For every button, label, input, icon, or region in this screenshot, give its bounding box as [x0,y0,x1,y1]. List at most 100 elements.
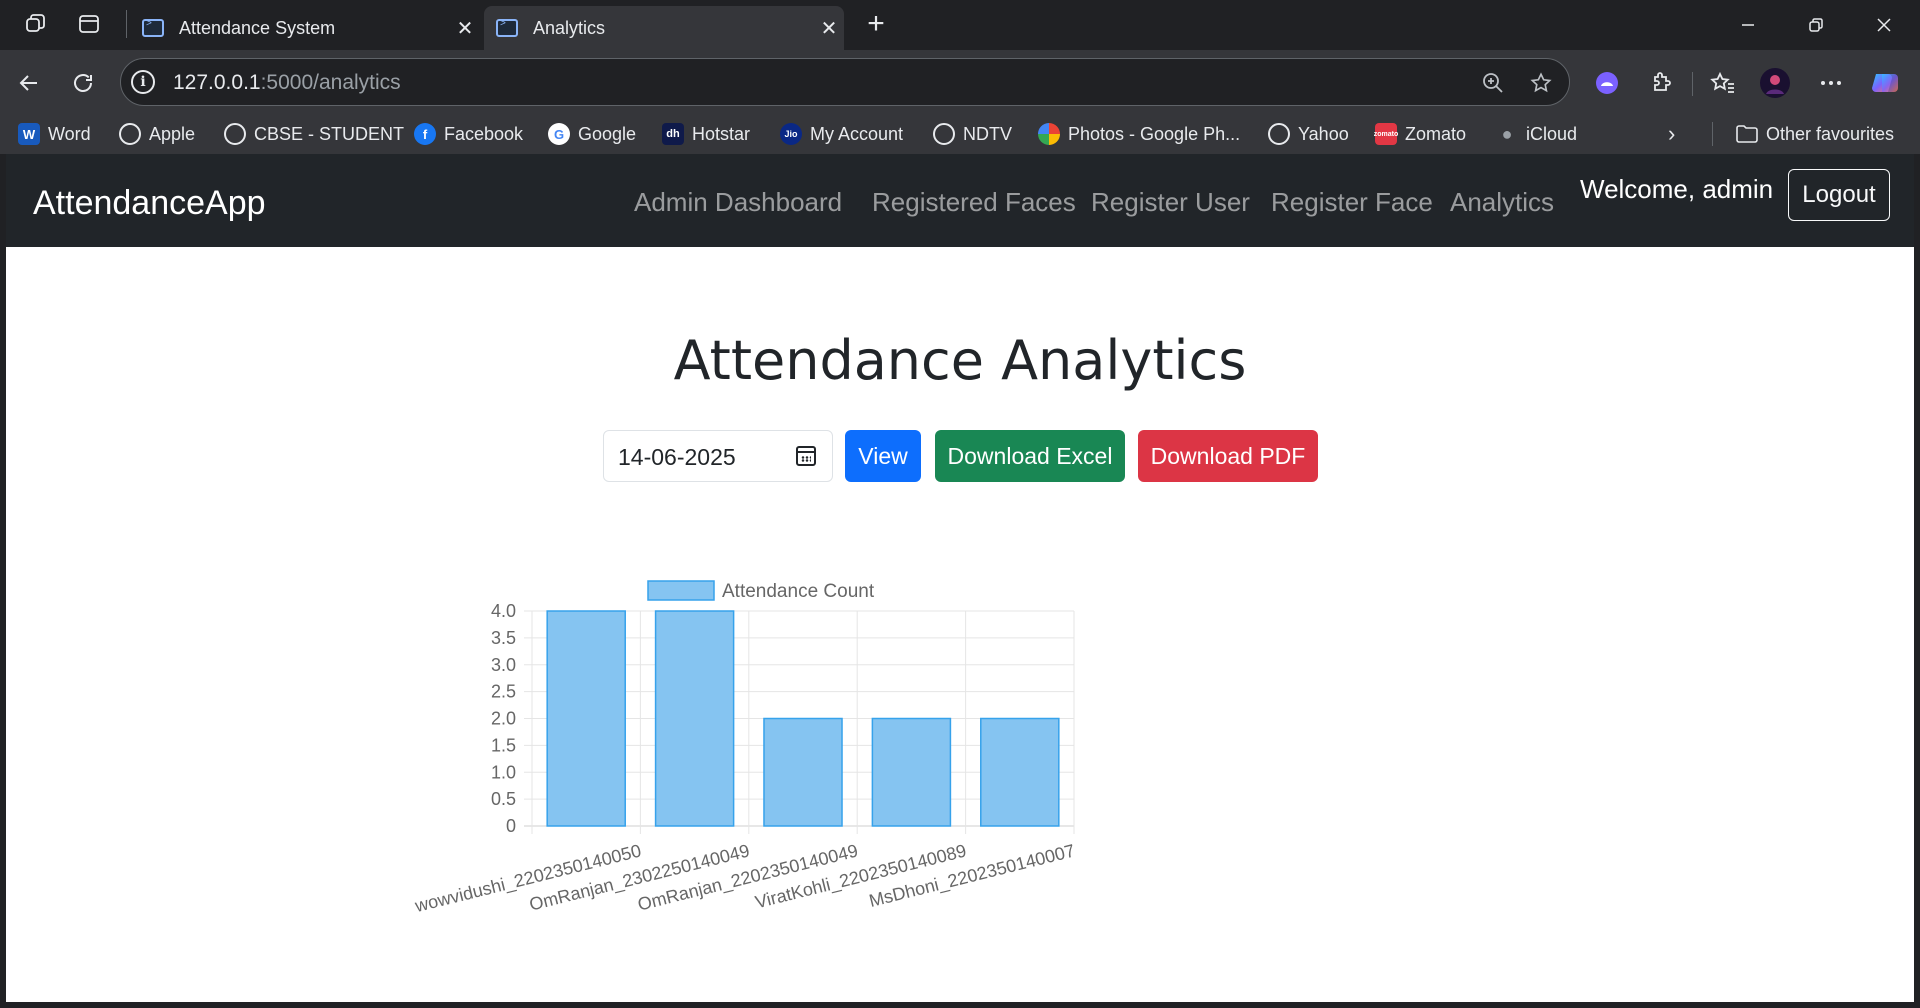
date-value: 14-06-2025 [618,444,736,470]
page-viewport: AttendanceApp Admin Dashboard Registered… [6,154,1914,1002]
url-path: :5000/analytics [260,71,401,94]
bookmark-label: My Account [810,123,904,144]
bookmark-other-favourites[interactable]: Other favourites [1736,120,1894,148]
y-tick-label: 1.5 [491,735,516,755]
browser-toolbar: i 127.0.0.1:5000/analytics [0,50,1920,114]
chart-bar [654,610,735,827]
address-bar[interactable]: i 127.0.0.1:5000/analytics [120,58,1570,106]
bookmark-label: Photos - Google Ph... [1068,123,1241,144]
tab-title: Analytics [533,17,606,38]
calendar-icon[interactable] [796,446,816,466]
globe-icon [119,123,141,145]
page-title: Attendance Analytics [673,329,1247,392]
back-icon[interactable] [12,66,46,100]
extensions-icon[interactable] [1644,66,1678,100]
url-host: 127.0.0.1 [173,71,261,94]
toolbar-separator [1692,72,1693,96]
profile-avatar[interactable] [1758,66,1792,100]
minimize-icon[interactable] [1728,8,1768,42]
bookmark-my-account[interactable]: Jio My Account [780,120,903,148]
bookmark-ndtv[interactable]: NDTV [933,120,1012,148]
bookmark-facebook[interactable]: f Facebook [414,120,523,148]
favorite-star-icon[interactable] [1527,69,1555,97]
logout-button[interactable]: Logout [1788,169,1890,221]
download-excel-button[interactable]: Download Excel [935,430,1125,482]
welcome-text: Welcome, admin [1580,174,1774,204]
restore-icon[interactable] [1796,8,1836,42]
bookmark-hotstar[interactable]: dh Hotstar [662,120,750,148]
zoom-icon[interactable] [1479,69,1507,97]
facebook-icon: f [414,123,436,145]
attendance-bar-chart: Attendance Count 0 0.5 1.0 1.5 2.0 2.5 3.0 3.5 4… [412,580,1077,917]
bookmark-label: Yahoo [1298,123,1349,144]
close-tab-icon[interactable]: ✕ [450,16,480,41]
bookmark-label: NDTV [963,123,1012,144]
legend-label: Attendance Count [722,581,875,602]
tab-strip: Attendance System ✕ Analytics ✕ + [0,0,1920,50]
vertical-tabs-icon[interactable] [74,9,104,39]
workspaces-icon[interactable] [20,9,50,39]
navbar-brand[interactable]: AttendanceApp [33,184,266,223]
bookmark-icloud[interactable]: ● iCloud [1496,120,1577,148]
chart-legend[interactable]: Attendance Count [647,580,875,602]
nav-register-user[interactable]: Register User [1091,187,1250,218]
more-options-icon[interactable] [1814,66,1848,100]
y-tick-label: 2.0 [491,709,516,729]
photos-icon [1038,123,1060,145]
download-pdf-button[interactable]: Download PDF [1138,430,1318,482]
bookmark-label: Zomato [1405,123,1467,144]
nav-analytics[interactable]: Analytics [1450,187,1554,218]
bookmark-label: Word [48,123,91,144]
new-tab-icon[interactable]: + [858,6,894,42]
site-info-icon[interactable]: i [131,70,155,94]
chart-bar [980,717,1060,827]
hotstar-icon: dh [662,123,684,145]
date-input[interactable]: 14-06-2025 [603,430,833,482]
nav-admin-dashboard[interactable]: Admin Dashboard [634,187,842,218]
chart-bar [763,717,843,827]
view-button[interactable]: View [845,430,921,482]
terminal-icon [496,18,518,37]
nav-registered-faces[interactable]: Registered Faces [872,187,1076,218]
word-icon: W [18,123,40,145]
y-tick-label: 3.0 [491,655,516,675]
y-tick-label: 4.0 [491,601,516,621]
bookmark-label: Apple [149,123,196,144]
apple-icon: ● [1501,123,1513,144]
tab-separator [126,10,127,38]
globe-icon [933,123,955,145]
tab-analytics[interactable]: Analytics ✕ [484,6,844,50]
bookmark-label: CBSE - STUDENT [254,123,405,144]
jio-icon: Jio [780,123,802,145]
bookmark-label: Hotstar [692,123,751,144]
close-tab-icon[interactable]: ✕ [814,16,844,41]
bookmarks-separator [1712,122,1713,146]
globe-icon [224,123,246,145]
more-bookmarks-chevron-icon[interactable]: › [1668,120,1675,148]
y-tick-label: 3.5 [491,628,516,648]
url-text[interactable]: 127.0.0.1:5000/analytics [173,71,401,95]
terminal-icon [142,18,164,37]
bookmark-apple[interactable]: Apple [119,120,195,148]
y-tick-label: 0.5 [491,789,516,809]
favorites-icon[interactable] [1706,66,1740,100]
bookmark-zomato[interactable]: zomato Zomato [1374,120,1467,148]
refresh-icon[interactable] [66,66,100,100]
browser-essentials-icon[interactable] [1590,66,1624,100]
globe-icon [1268,123,1290,145]
bookmark-cbse[interactable]: CBSE - STUDENT [224,120,404,148]
bookmark-yahoo[interactable]: Yahoo [1268,120,1349,148]
bookmark-label: Other favourites [1766,123,1895,144]
bookmark-word[interactable]: W Word [18,120,91,148]
tab-attendance-system[interactable]: Attendance System ✕ [130,6,480,50]
legend-swatch [647,580,715,601]
google-icon: G [548,123,570,145]
bookmark-google-photos[interactable]: Photos - Google Ph... [1038,120,1240,148]
close-window-icon[interactable] [1864,8,1904,42]
bookmark-label: iCloud [1526,123,1578,144]
bookmark-google[interactable]: G Google [548,120,636,148]
nav-register-face[interactable]: Register Face [1271,187,1433,218]
app-navbar: AttendanceApp Admin Dashboard Registered… [6,154,1914,247]
copilot-icon[interactable] [1868,66,1902,100]
bookmark-label: Google [578,123,637,144]
